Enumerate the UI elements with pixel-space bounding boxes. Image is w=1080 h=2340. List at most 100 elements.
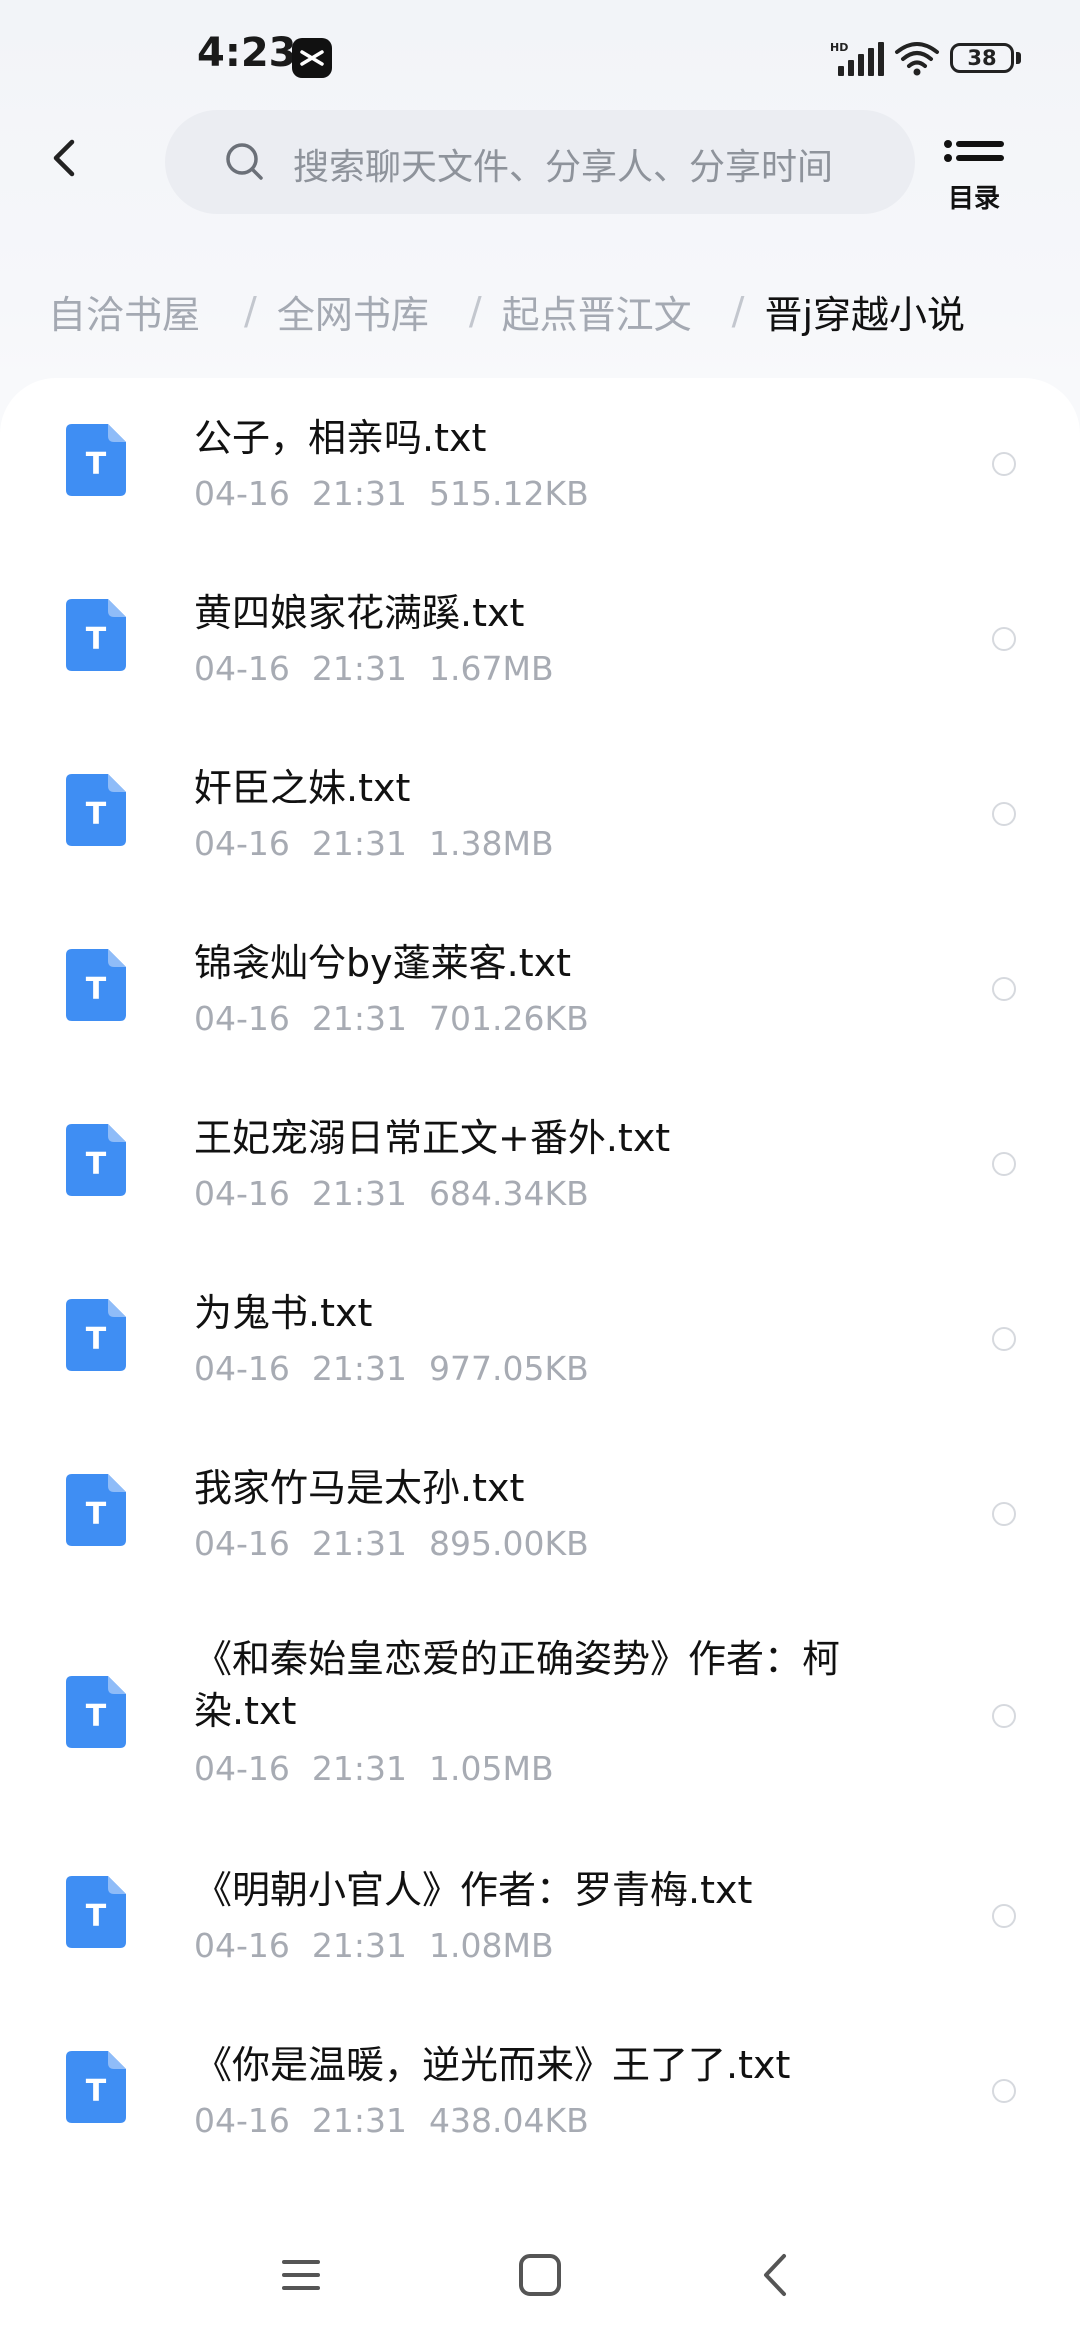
file-size: 895.00KB xyxy=(429,1524,589,1563)
file-name: 《明朝小官人》作者：罗青梅.txt xyxy=(194,1868,753,1912)
list-icon xyxy=(944,140,1004,162)
file-time: 21:31 xyxy=(311,1524,407,1563)
select-radio[interactable] xyxy=(992,1502,1016,1526)
file-name: 为鬼书.txt xyxy=(194,1291,373,1335)
nav-bar xyxy=(0,2230,1080,2320)
file-size: 438.04KB xyxy=(429,2101,589,2140)
file-size: 1.08MB xyxy=(429,1926,554,1965)
file-time: 21:31 xyxy=(311,474,407,513)
file-time: 21:31 xyxy=(311,824,407,863)
menu-icon[interactable] xyxy=(276,2250,326,2300)
select-radio[interactable] xyxy=(992,1152,1016,1176)
file-meta: 04-16 21:31 438.04KB xyxy=(194,2101,611,2140)
select-radio[interactable] xyxy=(992,1327,1016,1351)
file-meta: 04-16 21:31 684.34KB xyxy=(194,1174,611,1213)
breadcrumb: 自洽书屋 / 全网书库 / 起点晋江文 / 晋j穿越小说 xyxy=(48,284,966,339)
file-date: 04-16 xyxy=(194,649,290,688)
select-radio[interactable] xyxy=(992,802,1016,826)
file-time: 21:31 xyxy=(311,1749,407,1788)
search-input[interactable]: 搜索聊天文件、分享人、分享时间 xyxy=(165,110,915,214)
toc-button[interactable]: 目录 xyxy=(940,138,1008,218)
home-icon[interactable] xyxy=(515,2250,565,2300)
file-name: 《你是温暖，逆光而来》王了了.txt xyxy=(194,2043,791,2087)
file-name: 我家竹马是太孙.txt xyxy=(194,1466,525,1510)
capcut-icon xyxy=(292,38,332,78)
file-name: 王妃宠溺日常正文+番外.txt xyxy=(194,1116,671,1160)
breadcrumb-current: 晋j穿越小说 xyxy=(764,292,966,337)
file-date: 04-16 xyxy=(194,2101,290,2140)
battery-tip xyxy=(1016,52,1021,64)
wifi-icon xyxy=(893,38,941,78)
txt-file-icon: T xyxy=(66,949,126,1021)
file-size: 1.38MB xyxy=(429,824,554,863)
svg-text:T: T xyxy=(86,1497,107,1532)
search-icon xyxy=(223,140,267,184)
file-time: 21:31 xyxy=(311,649,407,688)
select-radio[interactable] xyxy=(992,452,1016,476)
txt-file-icon: T xyxy=(66,1474,126,1546)
breadcrumb-item[interactable]: 起点晋江文 xyxy=(502,284,692,339)
file-date: 04-16 xyxy=(194,824,290,863)
file-name: 公子，相亲吗.txt xyxy=(194,416,487,460)
search-placeholder: 搜索聊天文件、分享人、分享时间 xyxy=(293,147,834,188)
file-size: 684.34KB xyxy=(429,1174,589,1213)
select-radio[interactable] xyxy=(992,627,1016,651)
svg-text:T: T xyxy=(86,972,107,1007)
file-name: 锦衾灿兮by蓬莱客.txt xyxy=(194,941,571,985)
status-time: 4:23 xyxy=(197,30,297,76)
select-radio[interactable] xyxy=(992,977,1016,1001)
header: 搜索聊天文件、分享人、分享时间 目录 xyxy=(0,110,1080,220)
file-meta: 04-16 21:31 515.12KB xyxy=(194,474,611,513)
file-time: 21:31 xyxy=(311,1349,407,1388)
file-date: 04-16 xyxy=(194,1174,290,1213)
svg-text:HD: HD xyxy=(830,41,848,54)
file-meta: 04-16 21:31 1.38MB xyxy=(194,824,576,863)
file-meta: 04-16 21:31 1.67MB xyxy=(194,649,576,688)
file-size: 977.05KB xyxy=(429,1349,589,1388)
breadcrumb-separator: / xyxy=(731,289,745,333)
file-time: 21:31 xyxy=(311,1926,407,1965)
breadcrumb-separator: / xyxy=(244,289,257,333)
breadcrumb-item[interactable]: 全网书库 xyxy=(277,284,429,339)
battery-icon: 38 xyxy=(950,43,1014,73)
battery-level: 38 xyxy=(967,46,997,70)
status-bar: 4:23 HD 38 xyxy=(0,0,1080,118)
toc-label: 目录 xyxy=(947,184,1000,214)
txt-file-icon: T xyxy=(66,1299,126,1371)
file-meta: 04-16 21:31 1.08MB xyxy=(194,1926,576,1965)
breadcrumb-separator: / xyxy=(468,289,482,333)
select-radio[interactable] xyxy=(992,1904,1016,1928)
svg-text:T: T xyxy=(86,447,107,482)
file-size: 701.26KB xyxy=(429,999,589,1038)
breadcrumb-item[interactable]: 自洽书屋 xyxy=(48,284,200,339)
file-size: 515.12KB xyxy=(429,474,589,513)
select-radio[interactable] xyxy=(992,1704,1016,1728)
file-size: 1.05MB xyxy=(429,1749,554,1788)
svg-text:T: T xyxy=(86,1322,107,1357)
file-date: 04-16 xyxy=(194,1926,290,1965)
svg-text:T: T xyxy=(86,1899,107,1934)
file-meta: 04-16 21:31 977.05KB xyxy=(194,1349,611,1388)
file-date: 04-16 xyxy=(194,1749,290,1788)
file-name: 奸臣之妹.txt xyxy=(194,766,411,810)
file-meta: 04-16 21:31 895.00KB xyxy=(194,1524,611,1563)
chevron-left-icon xyxy=(53,139,75,177)
txt-file-icon: T xyxy=(66,1876,126,1948)
txt-file-icon: T xyxy=(66,599,126,671)
file-size: 1.67MB xyxy=(429,649,554,688)
file-date: 04-16 xyxy=(194,999,290,1038)
txt-file-icon: T xyxy=(66,1124,126,1196)
file-time: 21:31 xyxy=(311,1174,407,1213)
svg-text:T: T xyxy=(86,1699,107,1734)
file-meta: 04-16 21:31 701.26KB xyxy=(194,999,611,1038)
svg-text:T: T xyxy=(86,2074,107,2109)
back-button[interactable] xyxy=(40,132,92,184)
txt-file-icon: T xyxy=(66,1676,126,1748)
select-radio[interactable] xyxy=(992,2079,1016,2103)
signal-hd-icon: HD xyxy=(830,40,892,78)
file-time: 21:31 xyxy=(311,999,407,1038)
file-meta: 04-16 21:31 1.05MB xyxy=(194,1749,576,1788)
file-name: 《和秦始皇恋爱的正确姿势》作者：柯染.txt xyxy=(194,1637,841,1733)
file-list: T 公子，相亲吗.txt 04-16 21:31 515.12KB T 黄四娘家花满… xyxy=(0,378,1080,2340)
back-icon[interactable] xyxy=(752,2250,802,2300)
